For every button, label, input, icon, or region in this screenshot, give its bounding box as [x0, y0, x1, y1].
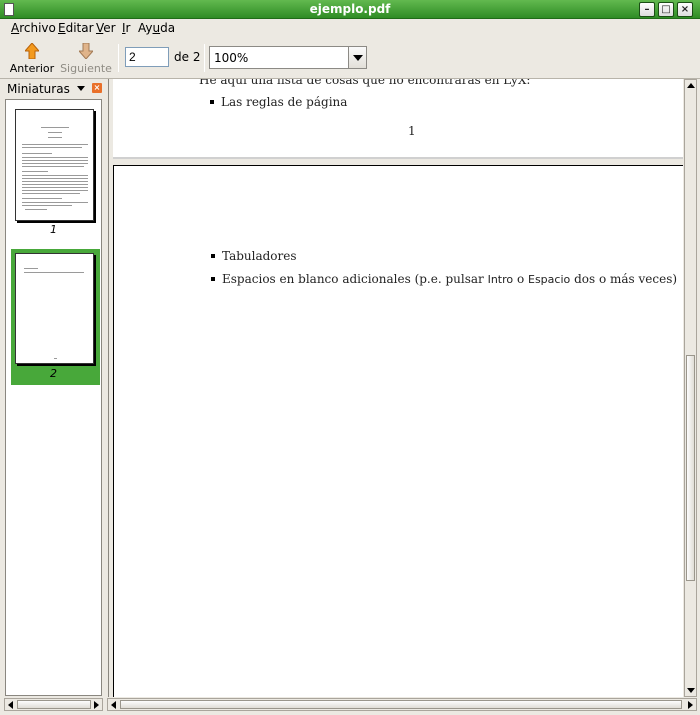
pdf-page-2: Tabuladores Espacios en blanco adicional… — [113, 165, 683, 697]
bullet-icon — [211, 253, 215, 258]
minimize-button[interactable]: – — [639, 2, 655, 17]
toolbar: Anterior Siguiente de 2 100% — [0, 38, 700, 79]
sidebar-horizontal-scrollbar[interactable] — [4, 698, 103, 711]
thumbnail-page-1[interactable] — [15, 109, 94, 221]
list-item: Espacios en blanco adicionales (p.e. pul… — [211, 272, 677, 286]
scrollbar-thumb[interactable] — [17, 700, 91, 709]
menu-ayuda[interactable]: Ayuda — [138, 21, 175, 35]
menu-ver[interactable]: Ver — [96, 21, 116, 35]
document-horizontal-scrollbar[interactable] — [107, 698, 697, 711]
scrollbar-thumb[interactable] — [686, 355, 695, 581]
page-number: 1 — [408, 124, 416, 138]
thumbnail-list: 1 2 — [5, 99, 102, 696]
close-sidebar-icon[interactable]: × — [92, 83, 102, 93]
cut-off-line: He aquí una lista de cosas que no encont… — [199, 79, 531, 87]
previous-page-button[interactable]: Anterior — [8, 40, 56, 76]
close-button[interactable]: × — [677, 2, 693, 17]
menu-bar: Archivo Editar Ver Ir Ayuda — [0, 19, 700, 38]
scroll-left-icon[interactable] — [8, 701, 13, 709]
bullet-icon — [210, 99, 214, 104]
menu-ir[interactable]: Ir — [122, 21, 130, 35]
menu-editar[interactable]: Editar — [58, 21, 94, 35]
thumbnail-label-1: 1 — [50, 223, 57, 236]
scroll-left-icon[interactable] — [111, 701, 116, 709]
scrollbar-thumb[interactable] — [120, 700, 682, 709]
toolbar-separator — [204, 44, 205, 72]
menu-archivo[interactable]: Archivo — [11, 21, 56, 35]
zoom-value: 100% — [214, 51, 249, 65]
page-total: de 2 — [174, 50, 201, 64]
window-title: ejemplo.pdf — [309, 2, 391, 16]
list-item: Las reglas de página — [210, 95, 347, 109]
sidebar-header: Miniaturas × — [4, 81, 102, 97]
thumbnail-label-2: 2 — [50, 367, 57, 380]
document-view[interactable]: He aquí una lista de cosas que no encont… — [108, 79, 684, 697]
zoom-select[interactable]: 100% — [209, 46, 367, 69]
chevron-down-icon[interactable] — [77, 86, 85, 91]
title-bar: ejemplo.pdf – □ × — [0, 0, 700, 19]
bullet-icon — [211, 276, 215, 281]
page-number-input[interactable] — [125, 47, 169, 67]
chevron-down-icon[interactable] — [348, 47, 366, 68]
thumbnail-sidebar: Miniaturas × 1 2 — [0, 79, 105, 715]
thumbnail-page-2[interactable] — [15, 253, 94, 364]
arrow-down-icon — [79, 43, 93, 59]
arrow-up-icon — [25, 43, 39, 59]
scroll-right-icon[interactable] — [94, 701, 99, 709]
next-page-label: Siguiente — [60, 62, 112, 75]
list-item: Tabuladores — [211, 249, 297, 263]
next-page-button[interactable]: Siguiente — [60, 40, 112, 76]
maximize-button[interactable]: □ — [658, 2, 674, 17]
scroll-right-icon[interactable] — [688, 701, 693, 709]
scroll-up-icon[interactable] — [687, 83, 695, 88]
scroll-down-icon[interactable] — [687, 688, 695, 693]
toolbar-separator — [118, 44, 119, 72]
previous-page-label: Anterior — [9, 62, 55, 75]
document-vertical-scrollbar[interactable] — [684, 79, 697, 697]
pdf-page-1: He aquí una lista de cosas que no encont… — [113, 79, 683, 159]
sidebar-title: Miniaturas — [7, 82, 70, 96]
